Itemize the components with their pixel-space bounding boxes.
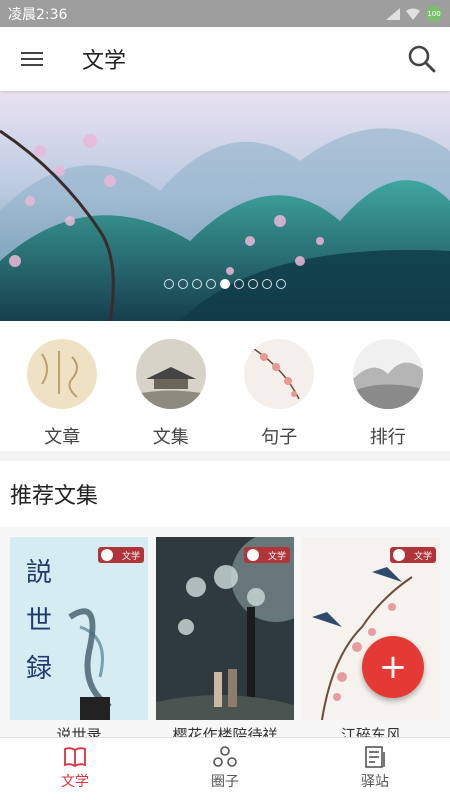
carousel-dot[interactable] <box>178 279 188 289</box>
book-title: 樱花作楼陪待祥 <box>172 726 278 737</box>
recommended-book-list[interactable]: 説世録 文学 文学 文学 说世录 樱花作楼陪待祥 江碎东风 <box>0 527 450 737</box>
carousel-dot[interactable] <box>192 279 202 289</box>
add-fab-button[interactable]: + <box>362 636 424 698</box>
book-cover-text: 説世録 <box>26 558 53 684</box>
category-articles[interactable]: 文章 <box>17 321 107 451</box>
carousel-dot[interactable] <box>206 279 216 289</box>
book-badge: 文学 <box>244 547 290 563</box>
book-title: 江碎东风 <box>340 726 401 737</box>
page-title: 文学 <box>82 49 127 74</box>
recommended-section-header: 推荐文集 <box>0 451 450 527</box>
book-card[interactable]: 文学 <box>156 537 294 720</box>
carousel-dot[interactable] <box>234 279 244 289</box>
category-collections-label: 文集 <box>152 427 189 448</box>
hamburger-menu-icon <box>21 52 43 66</box>
nav-literature-label: 文学 <box>61 774 89 790</box>
book-cover <box>156 537 294 720</box>
category-articles-image <box>27 339 98 409</box>
nav-station-label: 驿站 <box>361 774 389 790</box>
nav-circle-label: 圈子 <box>211 774 239 790</box>
book-title: 说世录 <box>56 726 102 737</box>
carousel-dot[interactable] <box>164 279 174 289</box>
app-bar: 文学 <box>0 27 450 91</box>
carousel-dot[interactable] <box>248 279 258 289</box>
battery-icon: 100 <box>426 5 442 22</box>
status-icons: 100 <box>386 5 442 22</box>
wifi-icon <box>406 8 420 20</box>
status-bar: 凌晨2:36 100 <box>0 0 450 27</box>
book-badge: 文学 <box>390 547 436 563</box>
search-icon <box>408 45 436 73</box>
circles-icon <box>213 746 237 767</box>
nav-circle[interactable]: 圈子 <box>150 738 300 800</box>
category-ranking-label: 排行 <box>369 427 406 448</box>
carousel-dot[interactable] <box>262 279 272 289</box>
category-collections[interactable]: 文集 <box>126 321 216 451</box>
signal-icon <box>386 7 400 20</box>
nav-station[interactable]: 驿站 <box>300 738 450 800</box>
bottom-navigation: 文学 圈子 驿站 <box>0 737 450 800</box>
category-collections-image <box>135 339 206 409</box>
section-title: 推荐文集 <box>10 484 99 509</box>
category-sentences-image <box>244 339 315 409</box>
carousel-dot[interactable] <box>276 279 286 289</box>
book-badge: 文学 <box>98 547 144 563</box>
newspaper-icon <box>365 746 385 768</box>
book-card[interactable]: 説世録 文学 <box>10 537 148 720</box>
carousel-indicator <box>0 279 450 289</box>
category-sentences[interactable]: 句子 <box>234 321 324 451</box>
carousel-dot-active[interactable] <box>220 279 230 289</box>
category-ranking-image <box>352 339 423 409</box>
status-time: 凌晨2:36 <box>8 6 68 23</box>
book-cover <box>302 537 440 720</box>
category-row: 文章 文集 句子 排行 <box>0 321 450 451</box>
book-card[interactable]: 文学 <box>302 537 440 720</box>
category-sentences-label: 句子 <box>261 427 298 448</box>
search-button[interactable] <box>394 27 450 91</box>
category-articles-label: 文章 <box>44 427 81 448</box>
category-ranking[interactable]: 排行 <box>343 321 433 451</box>
book-icon <box>64 747 86 768</box>
menu-button[interactable] <box>0 27 64 91</box>
nav-literature[interactable]: 文学 <box>0 738 150 800</box>
